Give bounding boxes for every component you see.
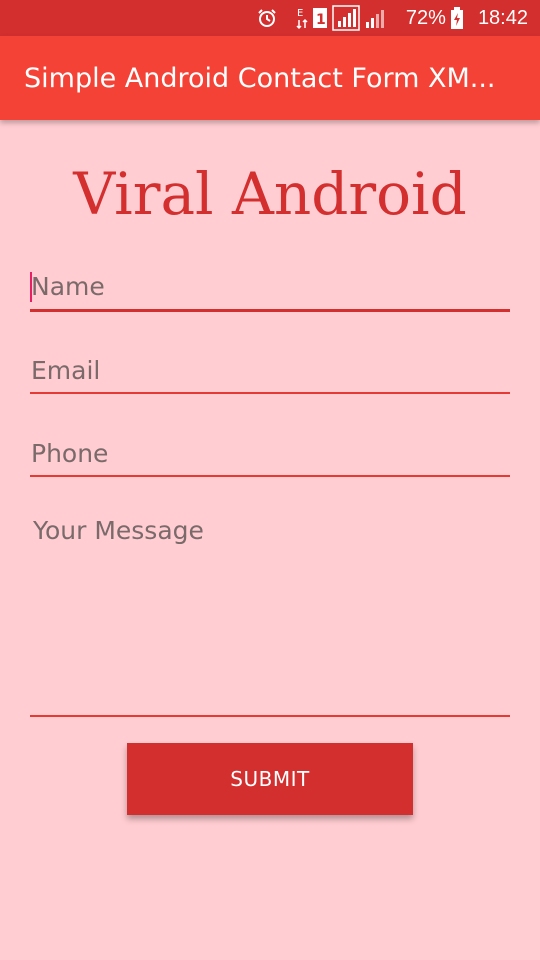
cell-signal-1-icon — [332, 5, 360, 31]
phone-placeholder: Phone — [31, 439, 109, 468]
status-bar: E 1 72% 18:42 — [0, 0, 540, 36]
page-heading: Viral Android — [73, 160, 467, 228]
svg-text:1: 1 — [316, 12, 326, 28]
name-input[interactable]: Name — [30, 270, 510, 312]
app-title: Simple Android Contact Form XM... — [24, 62, 496, 94]
email-placeholder: Email — [31, 356, 101, 385]
phone-input[interactable]: Phone — [30, 437, 510, 477]
sim-1-icon: 1 — [312, 7, 328, 29]
clock: 18:42 — [477, 6, 528, 29]
cell-signal-2-icon — [364, 6, 386, 30]
submit-button[interactable]: SUBMIT — [127, 743, 413, 815]
email-input[interactable]: Email — [30, 354, 510, 394]
alarm-icon — [256, 7, 278, 29]
text-cursor — [30, 272, 32, 302]
message-input[interactable]: Your Message — [30, 514, 510, 717]
name-placeholder: Name — [31, 272, 105, 301]
battery-percent: 72% — [405, 6, 446, 29]
app-bar: Simple Android Contact Form XM... — [0, 36, 540, 120]
message-placeholder: Your Message — [33, 516, 204, 545]
svg-text:E: E — [297, 8, 303, 19]
battery-charging-icon — [450, 6, 464, 30]
data-signal-icon: E — [296, 6, 308, 30]
